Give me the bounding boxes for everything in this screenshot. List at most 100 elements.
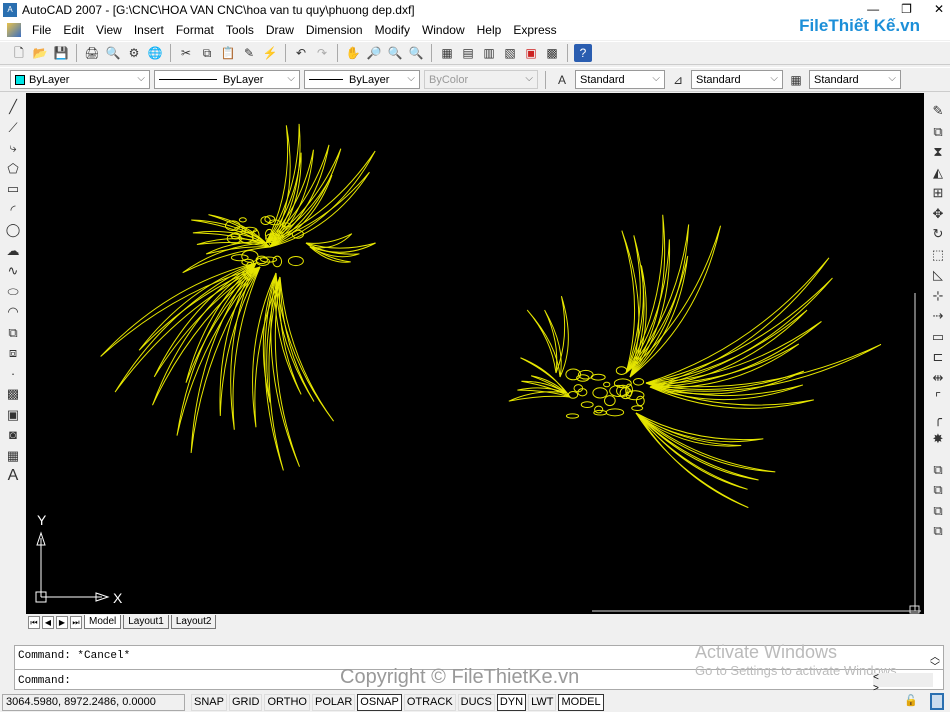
menu-file[interactable]: File <box>26 23 57 37</box>
menu-tools[interactable]: Tools <box>220 23 260 37</box>
zoom-window-icon[interactable]: 🔍 <box>386 44 404 62</box>
zoom-realtime-icon[interactable]: 🔎 <box>365 44 383 62</box>
table-icon[interactable]: ▦ <box>4 447 22 466</box>
plot-preview-icon[interactable]: 🔍 <box>104 44 122 62</box>
array-icon[interactable]: ⊞ <box>929 184 947 203</box>
paste-icon[interactable]: 📋 <box>219 44 237 62</box>
status-toggle-osnap[interactable]: OSNAP <box>357 693 402 711</box>
chamfer-icon[interactable]: ⌜ <box>929 389 947 408</box>
stretch-icon[interactable]: ◺ <box>929 266 947 285</box>
draw-order-front-icon[interactable]: ⧉ <box>929 461 947 480</box>
mirror-icon[interactable]: ⧗ <box>929 143 947 162</box>
explode-icon[interactable]: ✸ <box>929 430 947 449</box>
copy-object-icon[interactable]: ⧉ <box>929 123 947 142</box>
extend-icon[interactable]: ⇢ <box>929 307 947 326</box>
bring-above-icon[interactable]: ⧉ <box>929 502 947 521</box>
next-tab-button[interactable]: ▶ <box>56 615 68 629</box>
linetype-dropdown[interactable]: ByLayer ⌵ <box>154 70 300 89</box>
open-icon[interactable]: 📂 <box>31 44 49 62</box>
clean-screen-icon[interactable] <box>930 693 944 710</box>
copy-icon[interactable]: ⧉ <box>198 44 216 62</box>
menu-draw[interactable]: Draw <box>260 23 300 37</box>
horizontal-scrollbar[interactable]: < > <box>873 673 933 695</box>
tab-layout1[interactable]: Layout1 <box>123 615 169 629</box>
first-tab-button[interactable]: ⏮ <box>28 615 40 629</box>
trim-icon[interactable]: ⊹ <box>929 287 947 306</box>
scroll-down-icon[interactable]: ﹀ <box>930 658 940 674</box>
hatch-icon[interactable]: ▩ <box>4 385 22 404</box>
drawing-area[interactable]: Y X <box>26 93 924 614</box>
break-icon[interactable]: ⊏ <box>929 348 947 367</box>
help-icon[interactable]: ? <box>574 44 592 62</box>
multiline-text-icon[interactable]: A <box>4 467 22 486</box>
menu-help[interactable]: Help <box>471 23 508 37</box>
status-toggle-ortho[interactable]: ORTHO <box>264 693 310 711</box>
block-editor-icon[interactable]: ⚡ <box>261 44 279 62</box>
restore-button[interactable]: ❐ <box>901 2 912 16</box>
gradient-icon[interactable]: ▣ <box>4 406 22 425</box>
lock-icon[interactable]: 🔓 <box>904 694 918 707</box>
sheet-set-icon[interactable]: ▧ <box>501 44 519 62</box>
zoom-previous-icon[interactable]: 🔍 <box>407 44 425 62</box>
command-window[interactable]: Command: *Cancel* Command: Activate Wind… <box>14 642 944 695</box>
menu-dimension[interactable]: Dimension <box>300 23 369 37</box>
new-icon[interactable]: 🗋 <box>10 44 28 62</box>
text-style-icon[interactable]: A <box>553 71 571 89</box>
status-toggle-snap[interactable]: SNAP <box>191 693 227 711</box>
command-prompt[interactable]: Command: <box>18 675 71 687</box>
calculator-icon[interactable]: ▩ <box>543 44 561 62</box>
layer-dropdown[interactable]: ByLayer ⌵ <box>10 70 150 89</box>
status-toggle-model[interactable]: MODEL <box>558 693 604 711</box>
dim-style-icon[interactable]: ⊿ <box>669 71 687 89</box>
design-center-icon[interactable]: ▤ <box>459 44 477 62</box>
break-at-point-icon[interactable]: ▭ <box>929 328 947 347</box>
tool-palettes-icon[interactable]: ▥ <box>480 44 498 62</box>
ellipse-icon[interactable]: ⬭ <box>4 283 22 302</box>
spline-icon[interactable]: ∿ <box>4 262 22 281</box>
cut-icon[interactable]: ✂ <box>177 44 195 62</box>
menu-view[interactable]: View <box>90 23 128 37</box>
arc-icon[interactable]: ◜ <box>4 201 22 220</box>
close-button[interactable]: ✕ <box>934 2 944 16</box>
scale-icon[interactable]: ⬚ <box>929 246 947 265</box>
prev-tab-button[interactable]: ◀ <box>42 615 54 629</box>
plot-icon[interactable]: 🖨 <box>83 44 101 62</box>
menu-insert[interactable]: Insert <box>128 23 170 37</box>
markup-icon[interactable]: ▣ <box>522 44 540 62</box>
redo-icon[interactable]: ↷ <box>313 44 331 62</box>
menu-express[interactable]: Express <box>507 23 562 37</box>
status-toggle-dyn[interactable]: DYN <box>496 693 527 711</box>
construction-line-icon[interactable]: ⟋ <box>4 119 22 138</box>
save-icon[interactable]: 💾 <box>52 44 70 62</box>
menu-format[interactable]: Format <box>170 23 220 37</box>
table-style-dropdown[interactable]: Standard ⌵ <box>809 70 901 89</box>
move-icon[interactable]: ✥ <box>929 205 947 224</box>
polygon-icon[interactable]: ⬠ <box>4 160 22 179</box>
match-properties-icon[interactable]: ✎ <box>240 44 258 62</box>
draw-order-back-icon[interactable]: ⧉ <box>929 481 947 500</box>
insert-block-icon[interactable]: ⧉ <box>4 324 22 343</box>
rotate-icon[interactable]: ↻ <box>929 225 947 244</box>
web-icon[interactable]: 🌐 <box>146 44 164 62</box>
status-toggle-grid[interactable]: GRID <box>228 693 263 711</box>
rectangle-icon[interactable]: ▭ <box>4 180 22 199</box>
properties-icon[interactable]: ▦ <box>438 44 456 62</box>
menu-modify[interactable]: Modify <box>369 23 416 37</box>
revision-cloud-icon[interactable]: ☁ <box>4 242 22 261</box>
circle-icon[interactable]: ◯ <box>4 221 22 240</box>
polyline-icon[interactable]: ⤷ <box>4 139 22 158</box>
status-toggle-otrack[interactable]: OTRACK <box>403 693 456 711</box>
publish-icon[interactable]: ⚙ <box>125 44 143 62</box>
status-toggle-lwt[interactable]: LWT <box>528 693 557 711</box>
minimize-button[interactable]: — <box>867 2 879 16</box>
tab-model[interactable]: Model <box>84 615 122 629</box>
region-icon[interactable]: ◙ <box>4 426 22 445</box>
dim-style-dropdown[interactable]: Standard ⌵ <box>691 70 783 89</box>
join-icon[interactable]: ⇹ <box>929 369 947 388</box>
status-toggle-ducs[interactable]: DUCS <box>457 693 495 711</box>
status-toggle-polar[interactable]: POLAR <box>312 693 356 711</box>
line-icon[interactable]: ╱ <box>4 98 22 117</box>
text-style-dropdown[interactable]: Standard ⌵ <box>575 70 665 89</box>
fillet-icon[interactable]: ╭ <box>929 410 947 429</box>
last-tab-button[interactable]: ⏭ <box>70 615 82 629</box>
